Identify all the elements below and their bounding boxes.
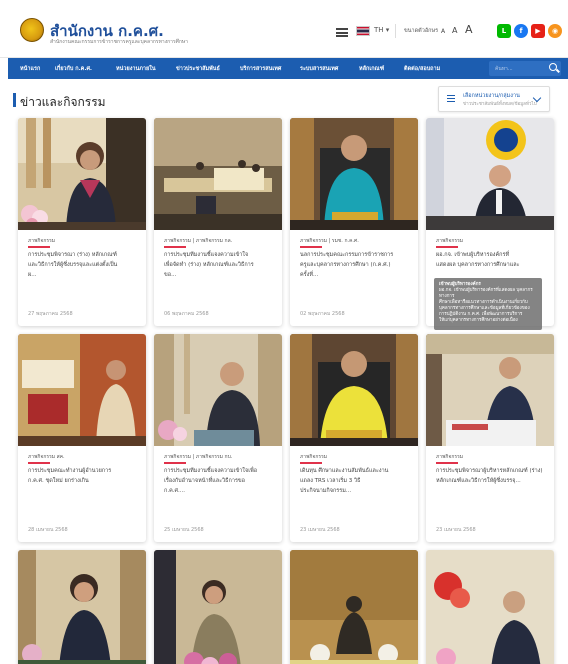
news-title[interactable]: ผอ.กจ. เข้าพบผู้บริหารองค์กรที่ แสดงผล บุ… [436, 250, 544, 270]
news-date: 06 พฤษภาคม 2568 [164, 311, 209, 317]
font-small-button[interactable]: A [441, 28, 445, 35]
main-nav: หน้าแรก เกี่ยวกับ ก.ค.ศ. หน่วยงานภายใน ข… [8, 58, 568, 79]
filter-sublabel: ข่าวประชาสัมพันธ์ทั้งหมด/ข้อมูลทั่วไป [463, 102, 537, 107]
nav-item-criteria[interactable]: หลักเกณฑ์ [359, 65, 384, 73]
news-card[interactable] [154, 550, 282, 664]
news-title[interactable]: การประชุมทีมงานชี้แจงความเข้าใจ เพื่อจัดท… [164, 250, 272, 280]
category-underline [300, 462, 322, 464]
youtube-icon[interactable]: ▶ [531, 24, 545, 38]
category-underline [436, 246, 458, 248]
nav-item-news[interactable]: ข่าวประชาสัมพันธ์ [176, 65, 220, 73]
category-underline [300, 246, 322, 248]
tooltip-line: ผอ.กจ. เข้าพบผู้บริหารองค์กรที่แสดงผล บุ… [439, 288, 533, 299]
news-photo[interactable] [154, 550, 282, 664]
news-title[interactable]: การประชุมทีมงานชี้แจงความเข้าใจเพื่อ เรื่… [164, 466, 272, 496]
section-accent-bar [13, 93, 16, 107]
news-date: 28 เมษายน 2568 [28, 527, 68, 533]
news-photo[interactable] [18, 118, 146, 230]
news-category[interactable]: ภาพกิจกรรม [436, 237, 463, 245]
thai-flag-icon[interactable] [356, 26, 370, 36]
search-placeholder: ค้นหา... [495, 66, 513, 72]
news-card[interactable]: ภาพกิจกรรม | ภาพกิจกรรม กล. การประชุมทีม… [154, 118, 282, 326]
site-header: สำนักงาน ก.ค.ศ. สำนักงานคณะกรรมการข้าราช… [0, 0, 568, 58]
news-title[interactable]: การประชุมคณะทำงานผู้อำนวยการ ก.ค.ศ. ชุดให… [28, 466, 136, 486]
agency-filter-dropdown[interactable]: เลือกหน่วยงาน/กลุ่มงาน ข่าวประชาสัมพันธ์… [438, 86, 550, 112]
news-title[interactable]: การประชุมพิจารณา (ร่าง) หลักเกณฑ์ และวิธี… [28, 250, 136, 280]
nav-item-systems[interactable]: ระบบสารสนเทศ [300, 65, 338, 73]
category-underline [164, 246, 186, 248]
filter-label: เลือกหน่วยงาน/กลุ่มงาน [463, 93, 520, 99]
nav-item-services[interactable]: บริการสารสนเทศ [240, 65, 281, 73]
news-date: 02 พฤษภาคม 2568 [300, 311, 345, 317]
news-category[interactable]: ภาพกิจกรรม | ภาพกิจกรรม กบ. [164, 453, 232, 461]
section-title: ข่าวและกิจกรรม [20, 95, 106, 109]
font-size-label: ขนาดตัวอักษร [404, 28, 439, 34]
nav-item-contact[interactable]: ติดต่อ/สอบถาม [404, 65, 440, 73]
hamburger-menu-icon[interactable] [336, 28, 348, 37]
news-photo[interactable] [426, 550, 554, 664]
news-photo[interactable] [290, 118, 418, 230]
news-category[interactable]: ภาพกิจกรรม [436, 453, 463, 461]
nav-item-home[interactable]: หน้าแรก [20, 65, 40, 73]
news-card[interactable]: ภาพกิจกรรม การประชุมพิจารณา (ร่าง) หลักเ… [18, 118, 146, 326]
news-card[interactable]: ภาพกิจกรรม สค. การประชุมคณะทำงานผู้อำนวย… [18, 334, 146, 542]
nav-item-about[interactable]: เกี่ยวกับ ก.ค.ศ. [55, 65, 92, 73]
tooltip-line: ให้แก่บุคลากรทางการศึกษาอย่างต่อเนื่อง [439, 318, 518, 323]
news-photo[interactable] [18, 550, 146, 664]
news-date: 23 เมษายน 2568 [436, 527, 476, 533]
news-photo[interactable] [18, 334, 146, 446]
facebook-icon[interactable]: f [514, 24, 528, 38]
news-title[interactable]: การประชุมพิจารณาผู้บริหารหลักเกณฑ์ (ร่าง… [436, 466, 544, 486]
language-select[interactable]: TH ▾ [374, 26, 389, 34]
news-date: 23 เมษายน 2568 [300, 527, 340, 533]
font-large-button[interactable]: A [465, 23, 473, 36]
logo-emblem[interactable] [20, 18, 44, 42]
filter-icon [447, 95, 455, 102]
news-category[interactable]: ภาพกิจกรรม | ภาพกิจกรรม กล. [164, 237, 232, 245]
news-card[interactable]: ภาพกิจกรรม เดินทุน ศึกษาและงานสัมพันธ์แล… [290, 334, 418, 542]
news-title[interactable]: เดินทุน ศึกษาและงานสัมพันธ์และงาน แถลง TR… [300, 466, 408, 496]
divider [395, 24, 396, 38]
news-photo[interactable] [154, 334, 282, 446]
news-category[interactable]: ภาพกิจกรรม [300, 453, 327, 461]
news-category[interactable]: ภาพกิจกรรม สค. [28, 453, 65, 461]
news-title[interactable]: นลการประชุมคณะกรรมการข้าราชการ ครูและบุคล… [300, 250, 408, 280]
nav-item-divisions[interactable]: หน่วยงานภายใน [116, 65, 156, 73]
news-date: 27 พฤษภาคม 2568 [28, 311, 73, 317]
search-icon[interactable] [549, 63, 557, 71]
news-category[interactable]: ภาพกิจกรรม | รมช. ก.ค.ศ. [300, 237, 359, 245]
category-underline [436, 462, 458, 464]
news-card[interactable] [18, 550, 146, 664]
org-subtitle: สำนักงานคณะกรรมการข้าราชการครูและบุคลากร… [50, 39, 188, 45]
news-card[interactable] [426, 550, 554, 664]
category-underline [164, 462, 186, 464]
news-preview-tooltip: เข้าพบผู้บริหารองค์กร ผอ.กจ. เข้าพบผู้บร… [434, 278, 542, 330]
news-photo[interactable] [426, 334, 554, 446]
category-underline [28, 246, 50, 248]
news-photo[interactable] [290, 550, 418, 664]
line-icon[interactable]: L [497, 24, 511, 38]
category-underline [28, 462, 50, 464]
font-medium-button[interactable]: A [452, 26, 457, 35]
search-input[interactable]: ค้นหา... [489, 61, 561, 76]
news-card[interactable]: ภาพกิจกรรม | รมช. ก.ค.ศ. นลการประชุมคณะก… [290, 118, 418, 326]
news-photo[interactable] [426, 118, 554, 230]
rss-icon[interactable]: ◉ [548, 24, 562, 38]
news-card[interactable]: ภาพกิจกรรม | ภาพกิจกรรม กบ. การประชุมทีม… [154, 334, 282, 542]
news-date: 25 เมษายน 2568 [164, 527, 204, 533]
news-photo[interactable] [154, 118, 282, 230]
news-photo[interactable] [290, 334, 418, 446]
news-category[interactable]: ภาพกิจกรรม [28, 237, 55, 245]
news-card[interactable]: ภาพกิจกรรม การประชุมพิจารณาผู้บริหารหลัก… [426, 334, 554, 542]
news-card[interactable] [290, 550, 418, 664]
